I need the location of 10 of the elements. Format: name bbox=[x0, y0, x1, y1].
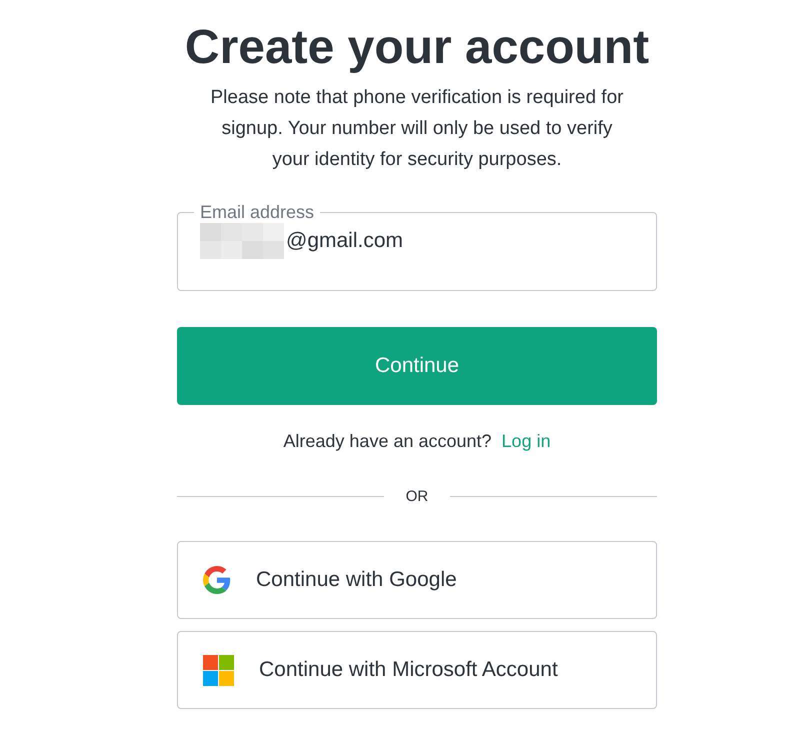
verification-note: Please note that phone verification is required for signup. Your number will only be used to verify your identity for security purposes. bbox=[210, 86, 624, 172]
email-value: @gmail.com bbox=[286, 229, 404, 253]
page-title: Create your account bbox=[184, 20, 650, 76]
social-login-button[interactable]: Continue with Microsoft Account bbox=[177, 631, 657, 709]
or-separator: OR bbox=[406, 488, 428, 505]
email-label: Email address bbox=[199, 201, 316, 223]
google-icon bbox=[203, 566, 231, 594]
social-login-button[interactable]: Continue with Google bbox=[177, 541, 657, 619]
account-prompt: Already have an account? bbox=[283, 431, 492, 452]
windows-logo-icon bbox=[203, 654, 234, 686]
